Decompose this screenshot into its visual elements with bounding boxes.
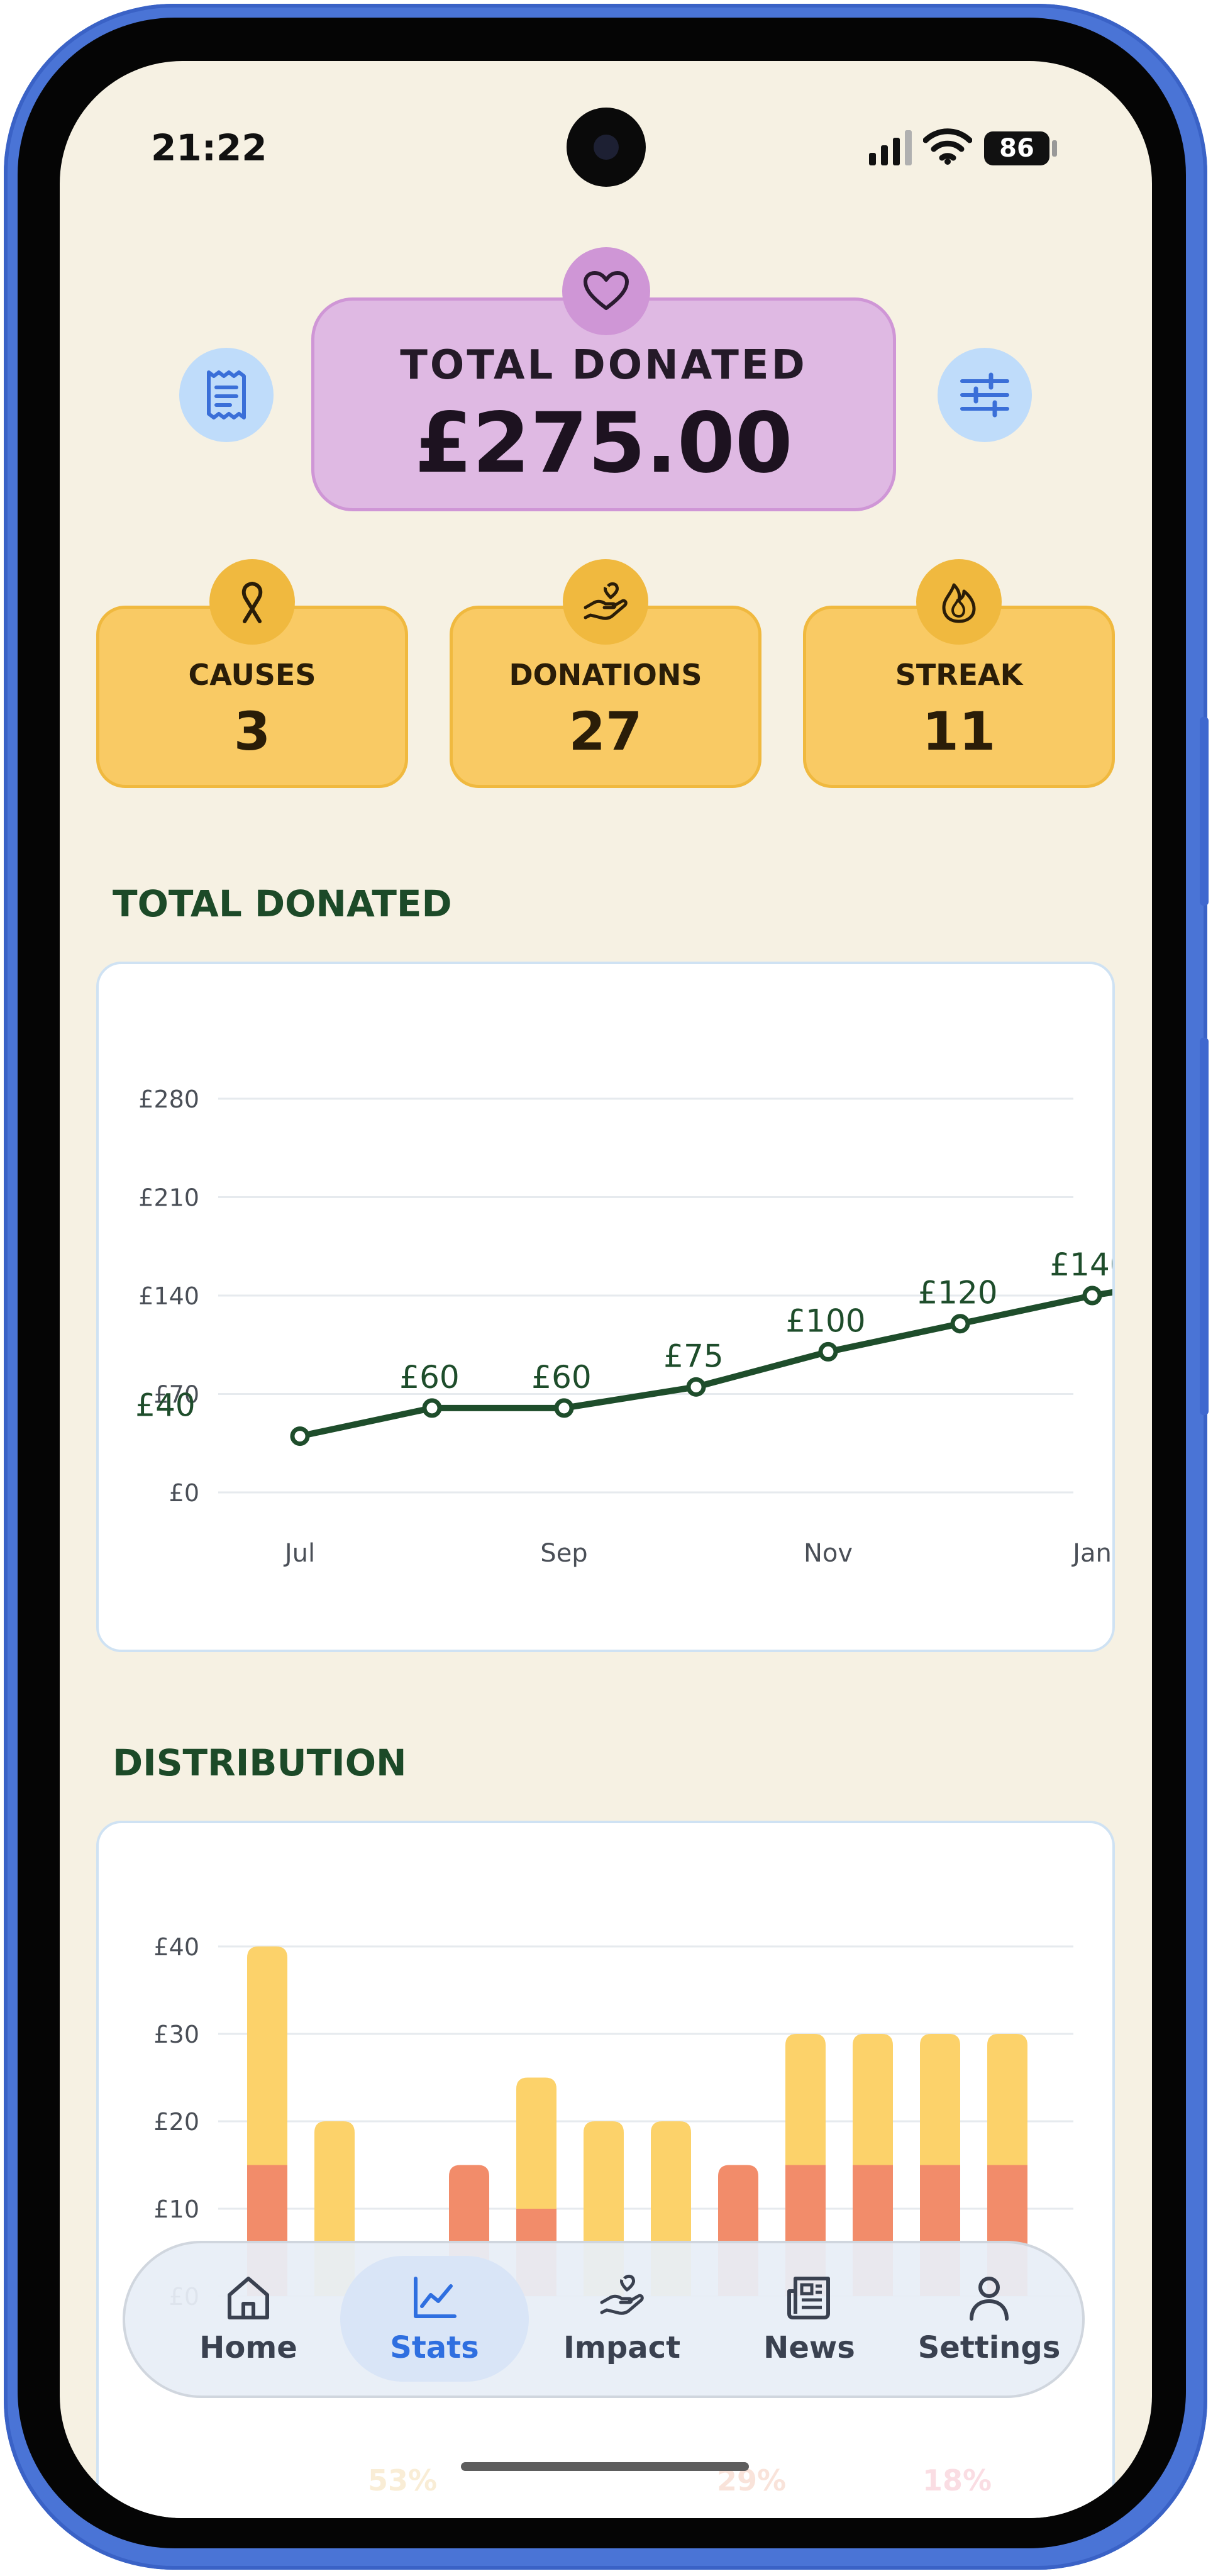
y-tick-label: £20 — [153, 2108, 199, 2136]
distribution-chart-card: £0£10£20£30£40 — [96, 1821, 1115, 2518]
distribution-section-title: DISTRIBUTION — [113, 1741, 407, 1784]
nav-home[interactable]: Home — [154, 2256, 343, 2382]
nav-impact[interactable]: Impact — [528, 2256, 716, 2382]
data-label: £60 — [531, 1359, 591, 1396]
receipt-button[interactable] — [179, 348, 274, 442]
nav-stats[interactable]: Stats — [340, 2256, 529, 2382]
side-button — [1200, 717, 1209, 906]
x-tick-label: Jul — [283, 1539, 315, 1568]
bar-segment — [920, 2034, 960, 2165]
front-camera — [567, 108, 646, 187]
bar-segment — [516, 2077, 556, 2209]
data-point — [1082, 1285, 1102, 1306]
y-tick-label: £140 — [138, 1282, 199, 1310]
heart-icon — [584, 271, 629, 310]
streak-label: STREAK — [895, 658, 1023, 692]
side-button — [1200, 1038, 1209, 1415]
sliders-icon — [960, 372, 1009, 418]
causes-label: CAUSES — [188, 658, 316, 692]
hand-heart-icon — [584, 582, 628, 620]
data-point — [422, 1398, 442, 1418]
total-donated-chart-card: £0£70£140£210£280JulSepNovJanMarMay£40£6… — [96, 962, 1152, 1652]
y-tick-label: £210 — [138, 1184, 199, 1212]
signal-icon — [869, 130, 912, 165]
donations-badge — [563, 559, 648, 645]
wifi-icon — [923, 128, 972, 165]
total-donated-line-chart: £0£70£140£210£280JulSepNovJanMarMay£40£6… — [135, 1085, 1152, 1568]
bar-segment — [853, 2034, 893, 2165]
partial-percent: 18% — [922, 2463, 992, 2497]
nav-news-label: News — [763, 2330, 855, 2365]
causes-badge — [209, 559, 295, 645]
data-point — [554, 1398, 574, 1418]
nav-news[interactable]: News — [715, 2256, 904, 2382]
bottom-nav: Home Stats Impact News Settings — [123, 2241, 1085, 2398]
y-tick-label: £30 — [153, 2021, 199, 2048]
flame-icon — [942, 583, 976, 623]
newspaper-icon — [787, 2277, 830, 2319]
total-donated-value: £275.00 — [414, 395, 793, 492]
data-label: £40 — [135, 1387, 195, 1424]
status-time: 21:22 — [151, 126, 267, 169]
data-point — [686, 1377, 706, 1397]
distribution-bar-chart: £0£10£20£30£40 — [153, 1933, 1073, 2311]
data-label: £140 — [1049, 1246, 1112, 1283]
y-tick-label: £40 — [153, 1933, 199, 1961]
nav-impact-label: Impact — [563, 2330, 681, 2365]
battery-tip — [1052, 140, 1057, 157]
bar-segment — [987, 2034, 1027, 2165]
x-tick-label: Sep — [540, 1539, 587, 1568]
causes-value: 3 — [233, 701, 271, 762]
app-screen: 21:22 86 TOTAL DONATED £275.00 CAUSES 3 … — [60, 61, 1152, 2518]
nav-stats-label: Stats — [390, 2330, 479, 2365]
data-label: £100 — [785, 1302, 865, 1339]
bar-segment — [247, 1946, 287, 2165]
streak-value: 11 — [922, 701, 996, 762]
partial-percent: 53% — [368, 2463, 438, 2497]
x-tick-label: Jan — [1071, 1539, 1112, 1568]
y-tick-label: £0 — [169, 1479, 199, 1507]
home-indicator[interactable] — [461, 2462, 749, 2471]
y-tick-label: £280 — [138, 1085, 199, 1113]
filter-button[interactable] — [938, 348, 1032, 442]
donations-value: 27 — [568, 701, 643, 762]
y-tick-label: £10 — [153, 2196, 199, 2223]
data-point — [818, 1341, 838, 1362]
ribbon-icon — [241, 582, 263, 623]
x-tick-label: Nov — [804, 1539, 853, 1568]
data-point — [290, 1426, 310, 1446]
heart-badge — [562, 247, 650, 335]
hand-heart-icon — [600, 2274, 644, 2315]
receipt-icon — [207, 370, 246, 419]
streak-badge — [916, 559, 1002, 645]
nav-settings-label: Settings — [917, 2330, 1061, 2365]
donations-label: DONATIONS — [509, 658, 702, 692]
data-point — [950, 1314, 970, 1334]
status-bar: 21:22 86 — [60, 61, 1152, 187]
battery-indicator: 86 — [984, 131, 1049, 165]
home-icon — [228, 2277, 269, 2319]
data-label: £60 — [399, 1359, 459, 1396]
total-donated-label: TOTAL DONATED — [400, 342, 807, 389]
nav-home-label: Home — [199, 2330, 297, 2365]
data-label: £120 — [917, 1275, 997, 1311]
total-donated-section-title: TOTAL DONATED — [113, 882, 452, 925]
user-icon — [970, 2277, 1009, 2321]
chart-line-icon — [414, 2277, 457, 2318]
data-label: £75 — [663, 1338, 723, 1374]
bar-segment — [785, 2034, 826, 2165]
nav-settings[interactable]: Settings — [895, 2256, 1083, 2382]
